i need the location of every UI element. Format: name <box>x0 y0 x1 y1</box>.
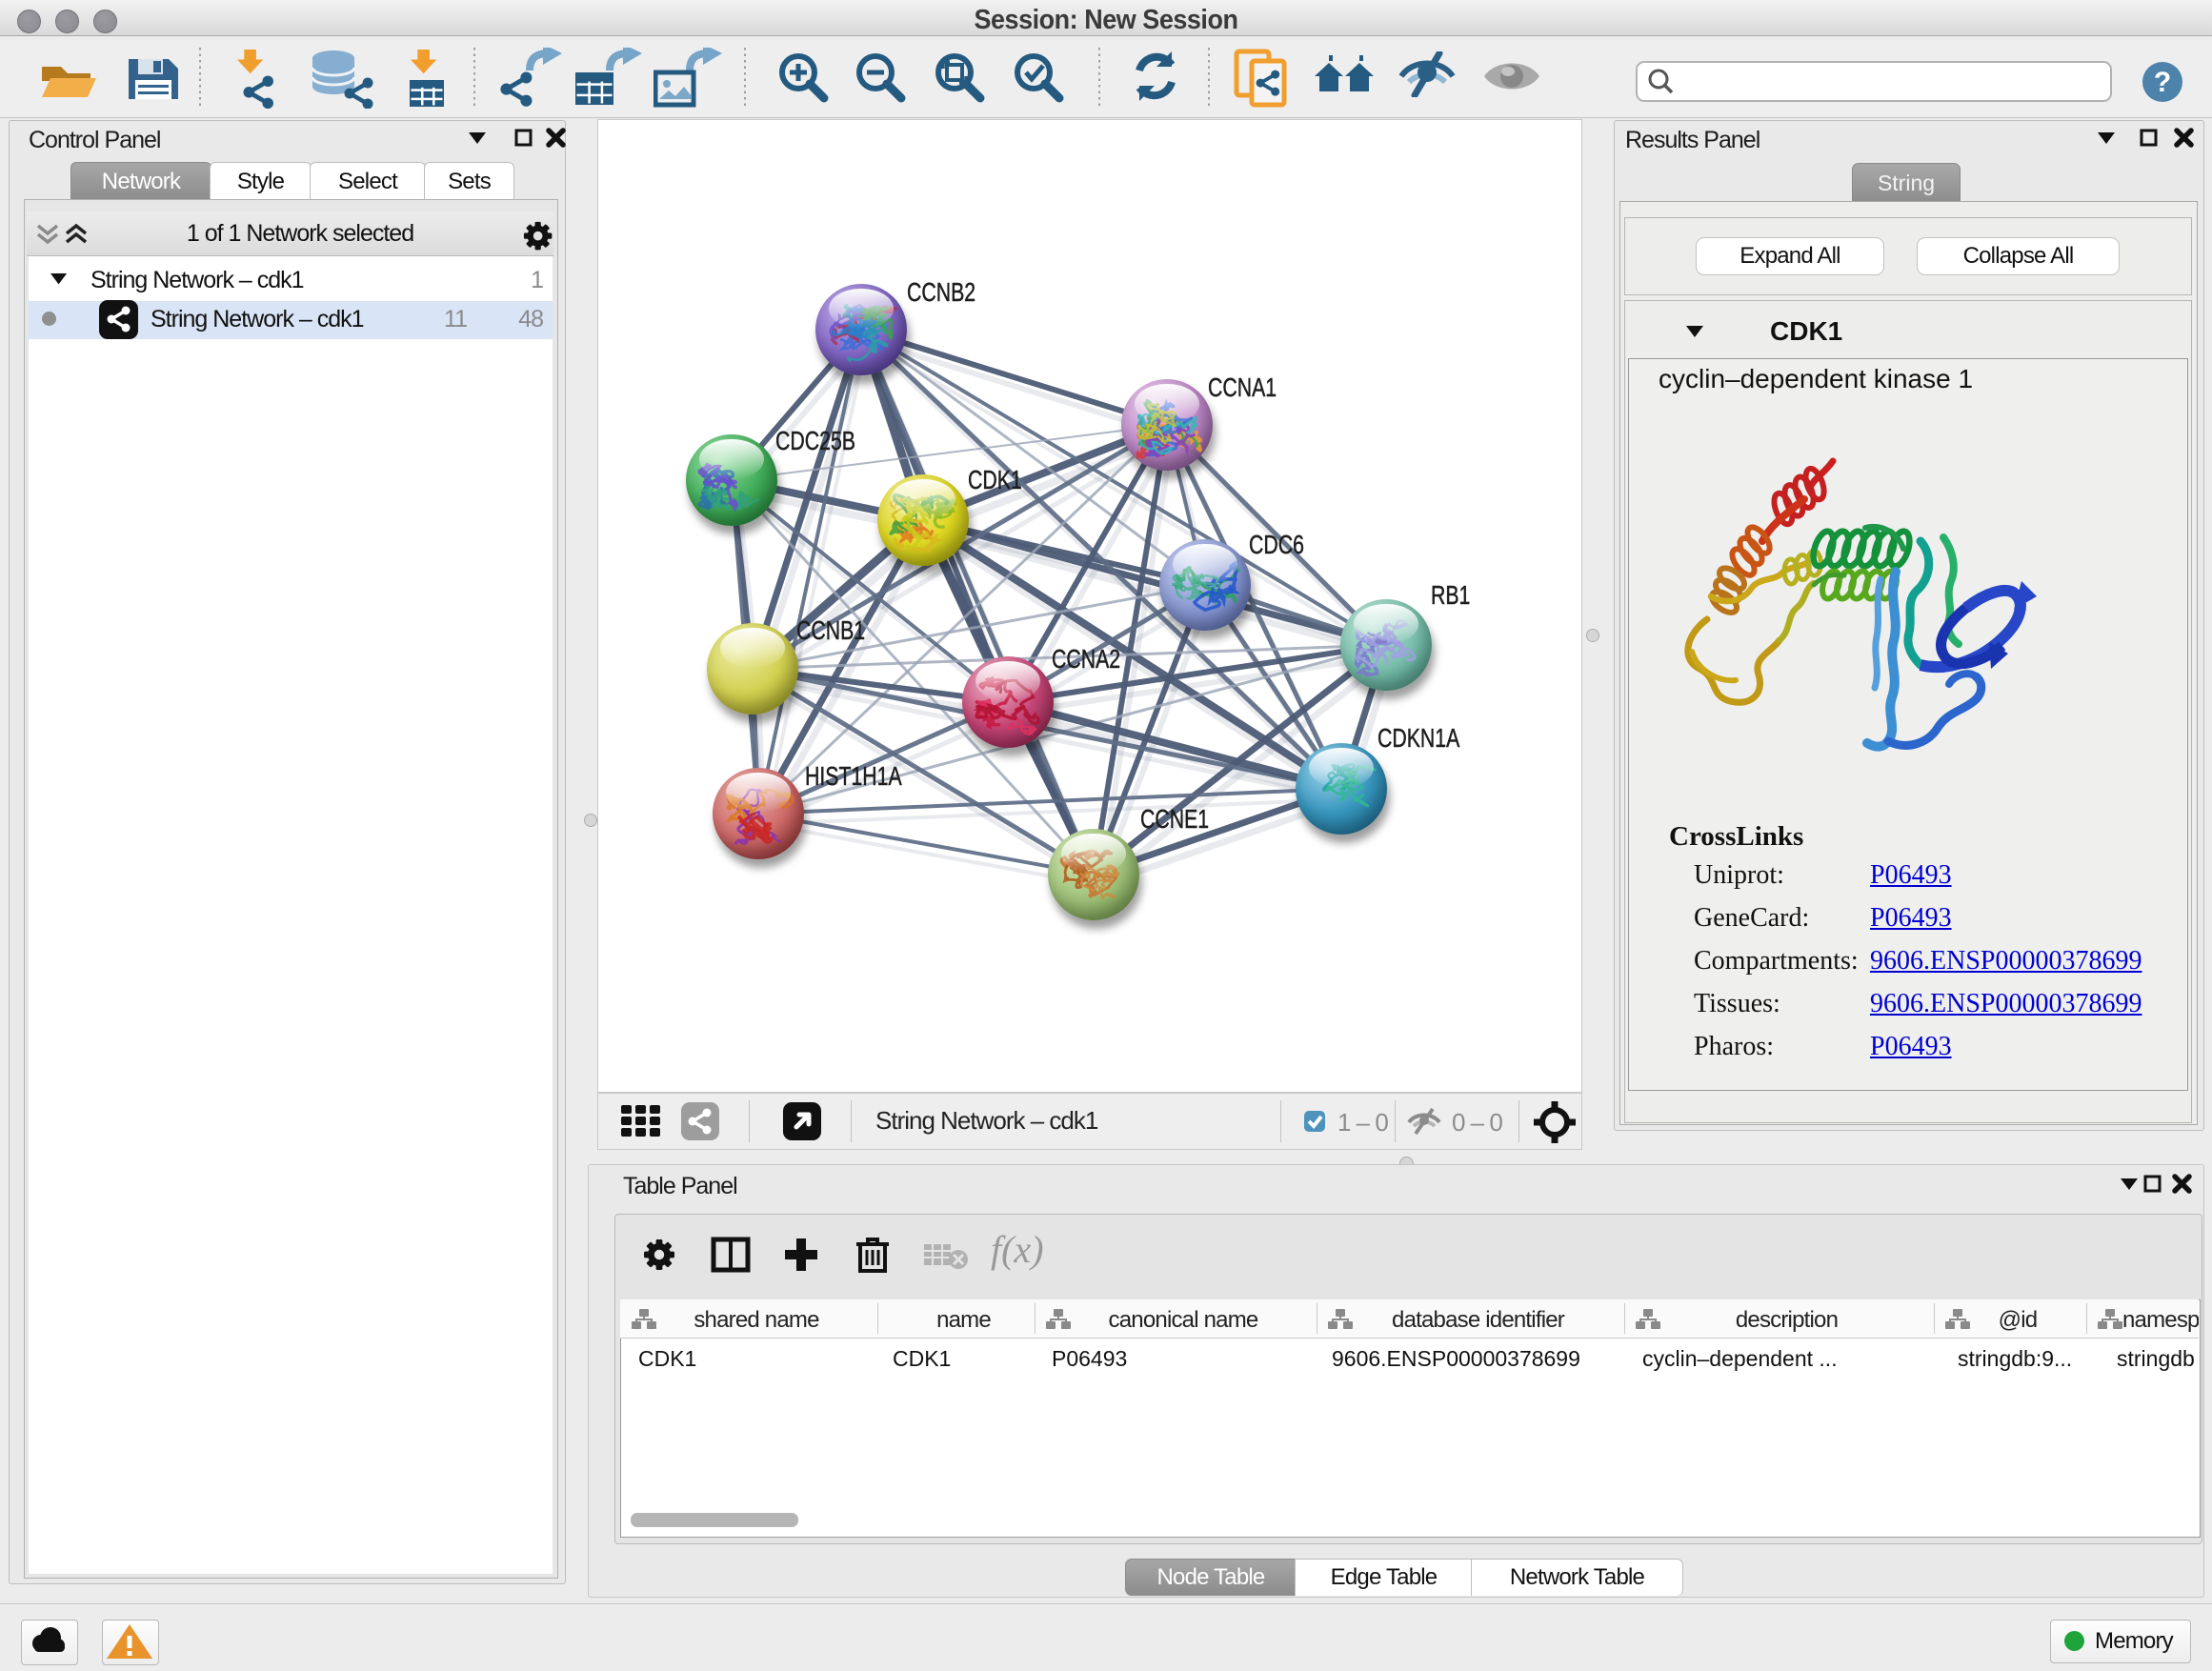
svg-text:?: ? <box>2154 67 2171 98</box>
